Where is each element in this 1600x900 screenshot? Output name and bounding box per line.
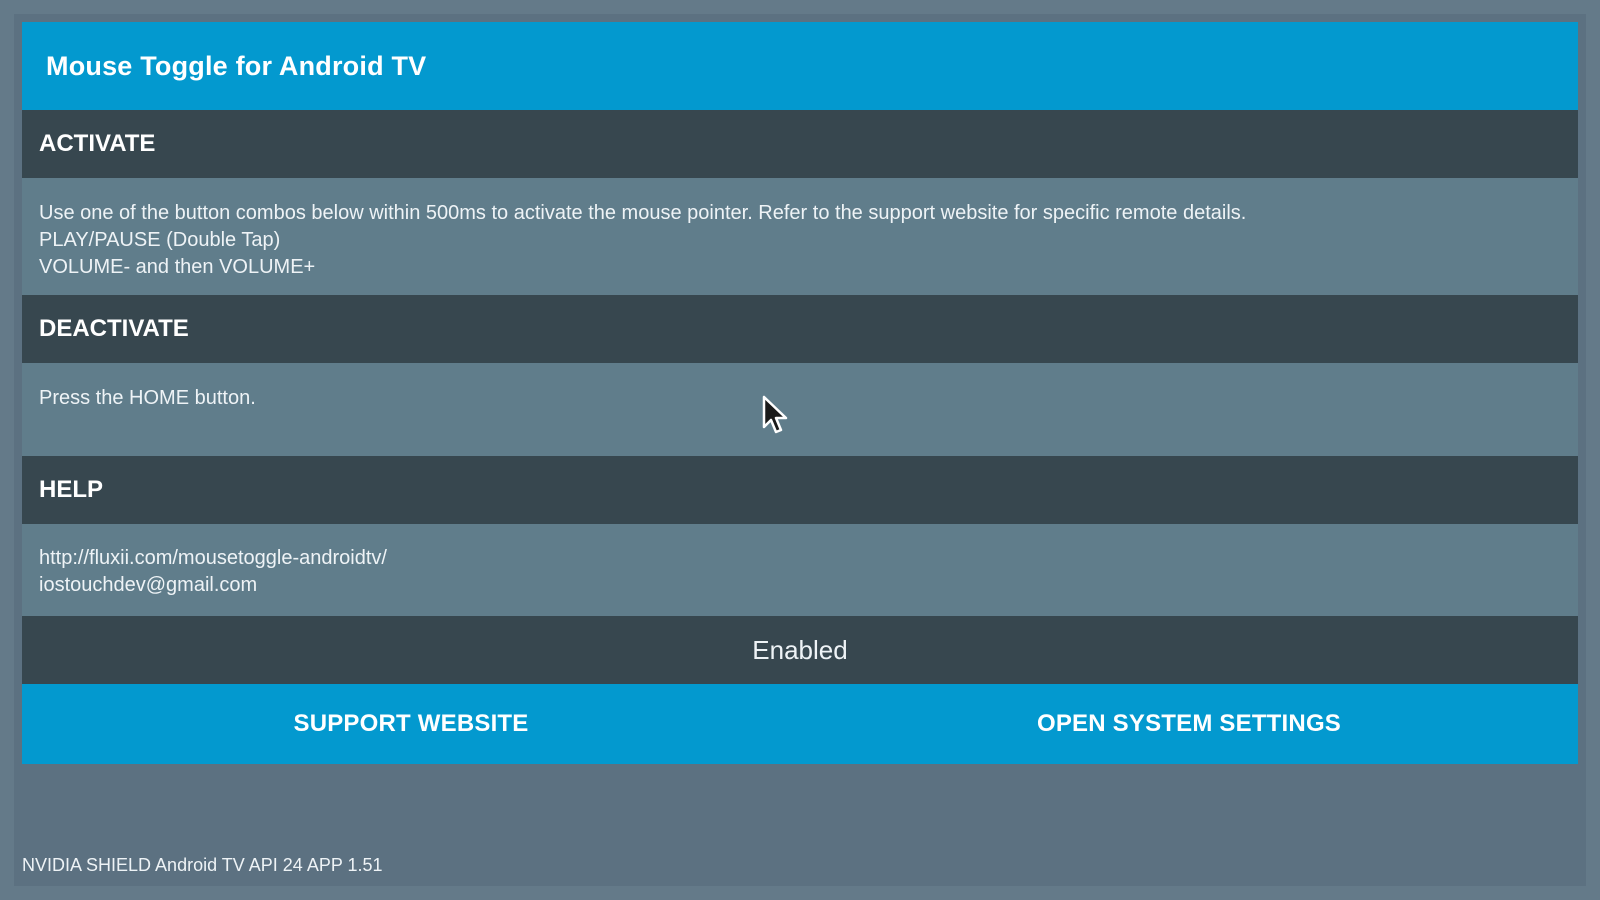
activate-body: Use one of the button combos below withi… bbox=[22, 178, 1578, 295]
help-url: http://fluxii.com/mousetoggle-androidtv/ bbox=[39, 547, 387, 569]
deactivate-instructions: Press the HOME button. bbox=[39, 387, 256, 409]
app-window: Mouse Toggle for Android TV ACTIVATE Use… bbox=[22, 22, 1578, 764]
open-system-settings-button[interactable]: OPEN SYSTEM SETTINGS bbox=[800, 684, 1578, 764]
app-title-bar: Mouse Toggle for Android TV bbox=[22, 22, 1578, 110]
deactivate-body: Press the HOME button. bbox=[22, 363, 1578, 456]
help-body: http://fluxii.com/mousetoggle-androidtv/… bbox=[22, 524, 1578, 616]
activate-combo-play-pause: PLAY/PAUSE (Double Tap) bbox=[39, 229, 281, 251]
activate-combo-volume: VOLUME- and then VOLUME+ bbox=[39, 256, 316, 278]
support-website-label: SUPPORT WEBSITE bbox=[293, 710, 529, 737]
activate-instructions: Use one of the button combos below withi… bbox=[39, 202, 1247, 224]
mouse-pointer-icon bbox=[762, 395, 788, 434]
app-title: Mouse Toggle for Android TV bbox=[46, 50, 427, 81]
status-label: Enabled bbox=[752, 634, 848, 665]
device-info-footer: NVIDIA SHIELD Android TV API 24 APP 1.51 bbox=[22, 855, 383, 875]
support-website-button[interactable]: SUPPORT WEBSITE bbox=[22, 684, 800, 764]
open-system-settings-label: OPEN SYSTEM SETTINGS bbox=[1036, 710, 1342, 737]
deactivate-header: DEACTIVATE bbox=[22, 295, 1578, 363]
help-email: iostouchdev@gmail.com bbox=[39, 574, 258, 596]
activate-header: ACTIVATE bbox=[22, 110, 1578, 178]
activate-header-label: ACTIVATE bbox=[39, 130, 156, 157]
help-header-label: HELP bbox=[39, 476, 104, 503]
help-header: HELP bbox=[22, 456, 1578, 524]
action-button-row: SUPPORT WEBSITE OPEN SYSTEM SETTINGS bbox=[22, 684, 1578, 764]
status-toggle[interactable]: Enabled bbox=[22, 616, 1578, 684]
deactivate-header-label: DEACTIVATE bbox=[39, 315, 189, 342]
